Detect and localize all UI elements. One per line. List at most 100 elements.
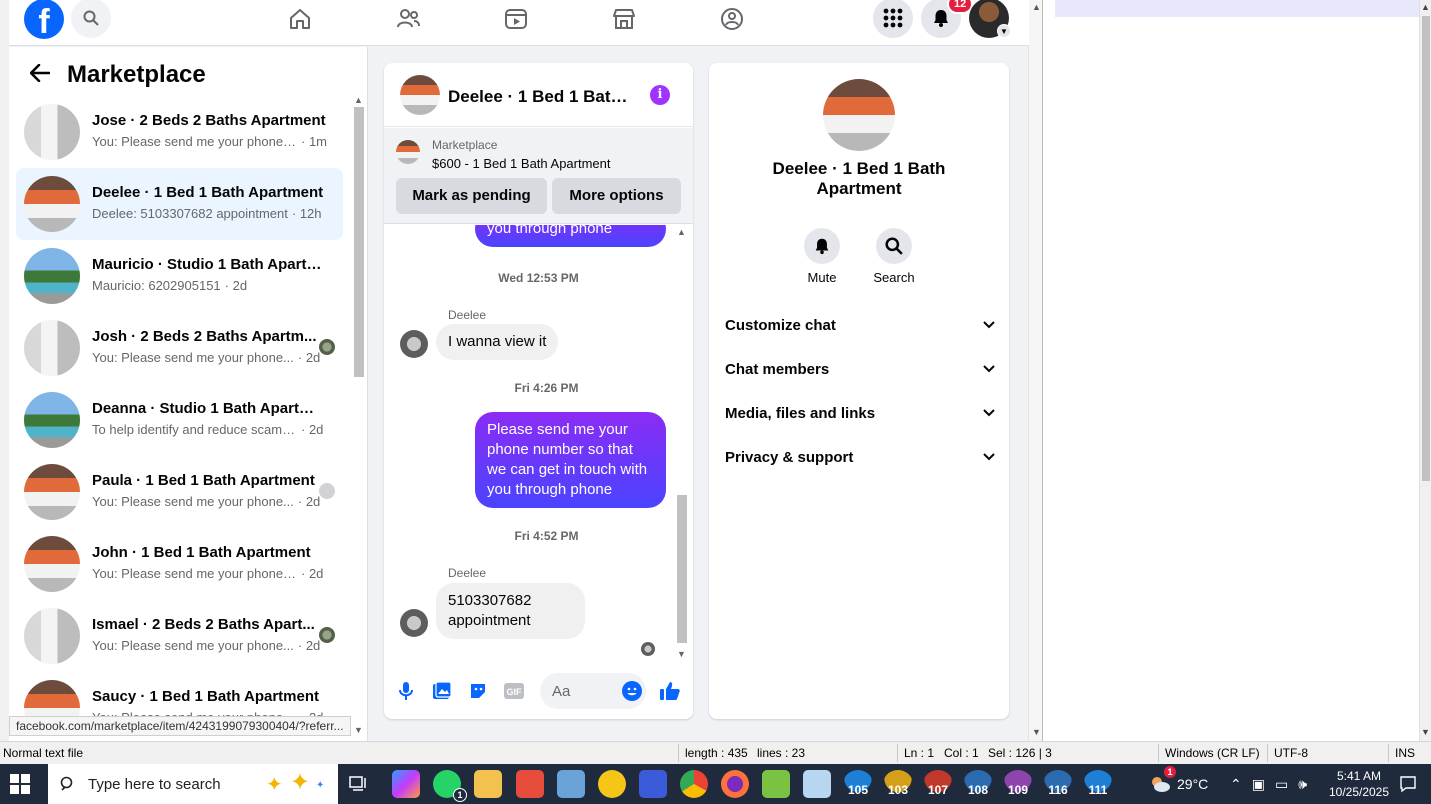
- snipping-tool-icon[interactable]: [557, 770, 585, 798]
- scroll-up-icon[interactable]: ▲: [677, 227, 686, 237]
- text-editor-window[interactable]: ▲ ▼: [1043, 0, 1431, 741]
- firefox-icon[interactable]: [721, 770, 749, 798]
- chat-avatar[interactable]: [400, 75, 440, 115]
- chevron-up-icon[interactable]: ⌃: [1230, 776, 1242, 793]
- network-icon[interactable]: ▭: [1275, 776, 1288, 793]
- file-explorer-icon[interactable]: [474, 770, 502, 798]
- notification-center-icon[interactable]: [1394, 770, 1422, 798]
- gif-icon[interactable]: GIF: [502, 679, 526, 703]
- taskbar-app-icon[interactable]: 108: [963, 770, 993, 798]
- listing-price-title[interactable]: $600 - 1 Bed 1 Bath Apartment: [432, 156, 611, 171]
- message-text-field[interactable]: [540, 673, 610, 709]
- mute-button[interactable]: Mute: [792, 228, 852, 285]
- customize-chat-section[interactable]: Customize chat: [725, 311, 995, 339]
- editor-scrollbar[interactable]: ▲ ▼: [1419, 0, 1431, 741]
- taskbar-app-icon[interactable]: 105: [843, 770, 873, 798]
- scroll-down-icon[interactable]: ▼: [677, 649, 686, 659]
- conversation-item[interactable]: Deelee · 1 Bed 1 Bath Apartment Deelee: 5…: [16, 168, 343, 240]
- contact-avatar[interactable]: [823, 79, 895, 151]
- conversation-item[interactable]: Ismael · 2 Beds 2 Baths Apart... You: Ple…: [16, 600, 343, 672]
- more-options-button[interactable]: More options: [552, 178, 681, 214]
- conversation-item[interactable]: Paula · 1 Bed 1 Bath Apartment You: Pleas…: [16, 456, 343, 528]
- sticker-icon[interactable]: [466, 679, 490, 703]
- conversation-item[interactable]: Deanna · Studio 1 Bath Apartment To help …: [16, 384, 343, 456]
- taskbar-app-icon[interactable]: 109: [1003, 770, 1033, 798]
- scroll-up-icon[interactable]: ▲: [354, 95, 363, 105]
- windows-start-icon[interactable]: [10, 774, 30, 794]
- temperature-label: 29°C: [1177, 776, 1209, 792]
- volume-icon[interactable]: 🕪: [1298, 776, 1307, 793]
- outgoing-message[interactable]: you through phone: [475, 225, 666, 247]
- taskbar-app-icon[interactable]: 107: [923, 770, 953, 798]
- scroll-up-icon[interactable]: ▲: [1421, 2, 1430, 12]
- taskbar-app-icon[interactable]: 111: [1083, 770, 1113, 798]
- notepad-icon[interactable]: [803, 770, 831, 798]
- conversation-item[interactable]: John · 1 Bed 1 Bath Apartment You: Please…: [16, 528, 343, 600]
- back-arrow-icon[interactable]: [27, 62, 53, 88]
- groups-icon[interactable]: [717, 4, 747, 34]
- search-button[interactable]: [71, 0, 111, 38]
- chevron-down-icon[interactable]: [983, 318, 995, 332]
- editor-scroll-thumb[interactable]: [1422, 16, 1430, 481]
- chat-scrollbar[interactable]: ▲ ▼: [676, 225, 688, 659]
- scroll-down-icon[interactable]: ▼: [354, 725, 363, 735]
- outgoing-message[interactable]: Please send me your phone number so that…: [475, 412, 666, 508]
- privacy-support-section[interactable]: Privacy & support: [725, 443, 995, 471]
- chat-scroll-thumb[interactable]: [677, 495, 687, 643]
- incoming-message[interactable]: 5103307682 appointment: [436, 583, 585, 639]
- weather-temperature[interactable]: 29°C: [1177, 764, 1208, 804]
- search-in-chat-button[interactable]: Search: [864, 228, 924, 285]
- task-view-icon[interactable]: [345, 770, 373, 798]
- facebook-logo-icon[interactable]: f: [24, 0, 64, 39]
- menu-button[interactable]: [873, 0, 913, 38]
- conversation-item[interactable]: Josh · 2 Beds 2 Baths Apartm... You: Plea…: [16, 312, 343, 384]
- incoming-message[interactable]: I wanna view it: [436, 324, 559, 360]
- scroll-up-icon[interactable]: ▲: [1032, 2, 1041, 12]
- page-scrollbar[interactable]: ▲ ▼: [1028, 0, 1042, 741]
- listing-thumbnail[interactable]: [396, 140, 420, 164]
- home-icon[interactable]: [285, 4, 315, 34]
- conversation-item[interactable]: Mauricio · Studio 1 Bath Apartm... Mauric…: [16, 240, 343, 312]
- chrome-icon[interactable]: [680, 770, 708, 798]
- xampp-icon[interactable]: [598, 770, 626, 798]
- chevron-down-icon[interactable]: [983, 362, 995, 376]
- taskbar-app-icon[interactable]: 116: [1043, 770, 1073, 798]
- whatsapp-icon[interactable]: 1: [433, 770, 467, 802]
- chevron-down-icon[interactable]: [983, 406, 995, 420]
- marketplace-icon[interactable]: [609, 4, 639, 34]
- conversation-title: John · 1 Bed 1 Bath Apartment: [92, 544, 311, 561]
- chat-title[interactable]: Deelee · 1 Bed 1 Bath Apartment: [448, 87, 628, 107]
- friends-icon[interactable]: [393, 4, 423, 34]
- meet-now-icon[interactable]: ▣: [1252, 776, 1265, 793]
- sender-avatar[interactable]: [400, 330, 428, 358]
- taskbar-search-box[interactable]: Type here to search ✦ ✦ ✦: [48, 764, 338, 804]
- shield-app-icon[interactable]: [639, 770, 667, 798]
- emoji-icon[interactable]: [622, 681, 642, 701]
- scroll-down-icon[interactable]: ▼: [1421, 727, 1430, 737]
- sidebar-scroll-thumb[interactable]: [354, 107, 364, 377]
- taskbar-app-icon[interactable]: 103: [883, 770, 913, 798]
- system-clock[interactable]: 5:41 AM 10/25/2025: [1322, 768, 1396, 800]
- mark-as-pending-button[interactable]: Mark as pending: [396, 178, 547, 214]
- last-message-time: · 2d: [301, 566, 324, 581]
- scroll-down-icon[interactable]: ▼: [1032, 727, 1041, 737]
- info-icon[interactable]: i: [650, 85, 670, 105]
- anydesk-icon[interactable]: [516, 770, 544, 798]
- microphone-icon[interactable]: [394, 679, 418, 703]
- chevron-down-icon[interactable]: [983, 450, 995, 464]
- conversation-item[interactable]: Jose · 2 Beds 2 Baths Apartment You: Plea…: [16, 96, 343, 168]
- video-icon[interactable]: [501, 4, 531, 34]
- chat-members-section[interactable]: Chat members: [725, 355, 995, 383]
- weather-icon[interactable]: 1: [1146, 766, 1176, 798]
- photo-icon[interactable]: [430, 679, 454, 703]
- message-input[interactable]: [540, 673, 646, 709]
- copilot-icon[interactable]: [392, 770, 420, 798]
- sender-avatar[interactable]: [400, 609, 428, 637]
- profile-avatar[interactable]: ▼: [969, 0, 1011, 38]
- like-thumb-icon[interactable]: [658, 679, 682, 703]
- sidebar-scrollbar[interactable]: ▲ ▼: [352, 95, 366, 735]
- sender-name: Deelee: [448, 308, 487, 322]
- media-files-links-section[interactable]: Media, files and links: [725, 399, 995, 427]
- notepad-plus-icon[interactable]: [762, 770, 790, 798]
- chevron-down-icon[interactable]: ▼: [997, 24, 1011, 38]
